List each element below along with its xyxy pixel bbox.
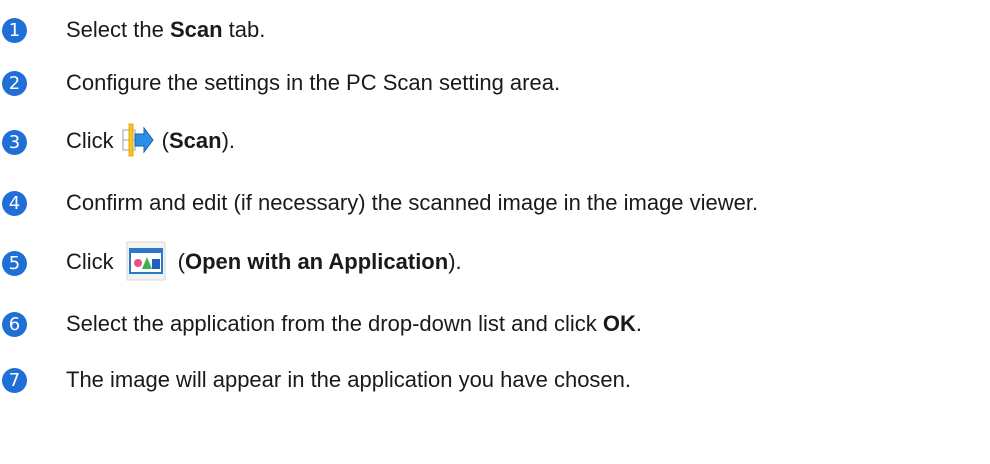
step-text: Select the Scan tab. bbox=[66, 17, 265, 43]
step-number-badge: 6 bbox=[2, 311, 27, 337]
step-text-paren: ( bbox=[161, 127, 169, 153]
step-3: 3 Click (Scan). bbox=[0, 122, 990, 162]
step-text: Click (Scan). bbox=[66, 122, 235, 162]
instruction-steps: 1 Select the Scan tab. 2 Configure the s… bbox=[0, 0, 990, 464]
open-with-application-icon bbox=[126, 241, 166, 281]
step-1: 1 Select the Scan tab. bbox=[0, 10, 990, 50]
step-number-badge: 7 bbox=[2, 367, 27, 393]
step-text-bold: OK bbox=[602, 311, 636, 336]
step-text: The image will appear in the application… bbox=[66, 367, 632, 392]
step-2: 2 Configure the settings in the PC Scan … bbox=[0, 63, 990, 103]
step-text-pre: Click bbox=[66, 248, 114, 274]
step-text: Select the application from the drop-dow… bbox=[66, 311, 642, 337]
step-text-paren: ). bbox=[448, 248, 462, 274]
step-number-badge: 1 bbox=[2, 17, 27, 43]
step-text-bold: Scan bbox=[169, 17, 223, 42]
step-number-badge: 5 bbox=[2, 250, 27, 276]
step-number-badge: 3 bbox=[2, 129, 27, 155]
step-7: 7 The image will appear in the applicati… bbox=[0, 360, 990, 400]
step-4: 4 Confirm and edit (if necessary) the sc… bbox=[0, 183, 990, 223]
step-text-pre: Click bbox=[66, 127, 114, 153]
step-6: 6 Select the application from the drop-d… bbox=[0, 304, 990, 344]
step-text: Click (Open with an Application). bbox=[66, 241, 462, 283]
step-number-badge: 4 bbox=[2, 190, 27, 216]
step-text-pre: Select the application from the drop-dow… bbox=[66, 311, 603, 336]
step-text-paren: ). bbox=[221, 127, 236, 153]
step-number-badge: 2 bbox=[2, 70, 27, 96]
step-text: Confirm and edit (if necessary) the scan… bbox=[66, 190, 759, 215]
step-text-bold: Scan bbox=[169, 127, 222, 153]
step-text: Configure the settings in the PC Scan se… bbox=[66, 70, 561, 95]
step-5: 5 Click (Open with an Application). bbox=[0, 241, 990, 283]
scan-icon bbox=[122, 120, 154, 160]
step-text-bold: Open with an Application bbox=[185, 248, 449, 274]
step-text-paren: ( bbox=[177, 248, 185, 274]
step-text-post: . bbox=[635, 311, 642, 336]
step-text-pre: Select the bbox=[66, 17, 170, 42]
step-text-post: tab. bbox=[222, 17, 266, 42]
